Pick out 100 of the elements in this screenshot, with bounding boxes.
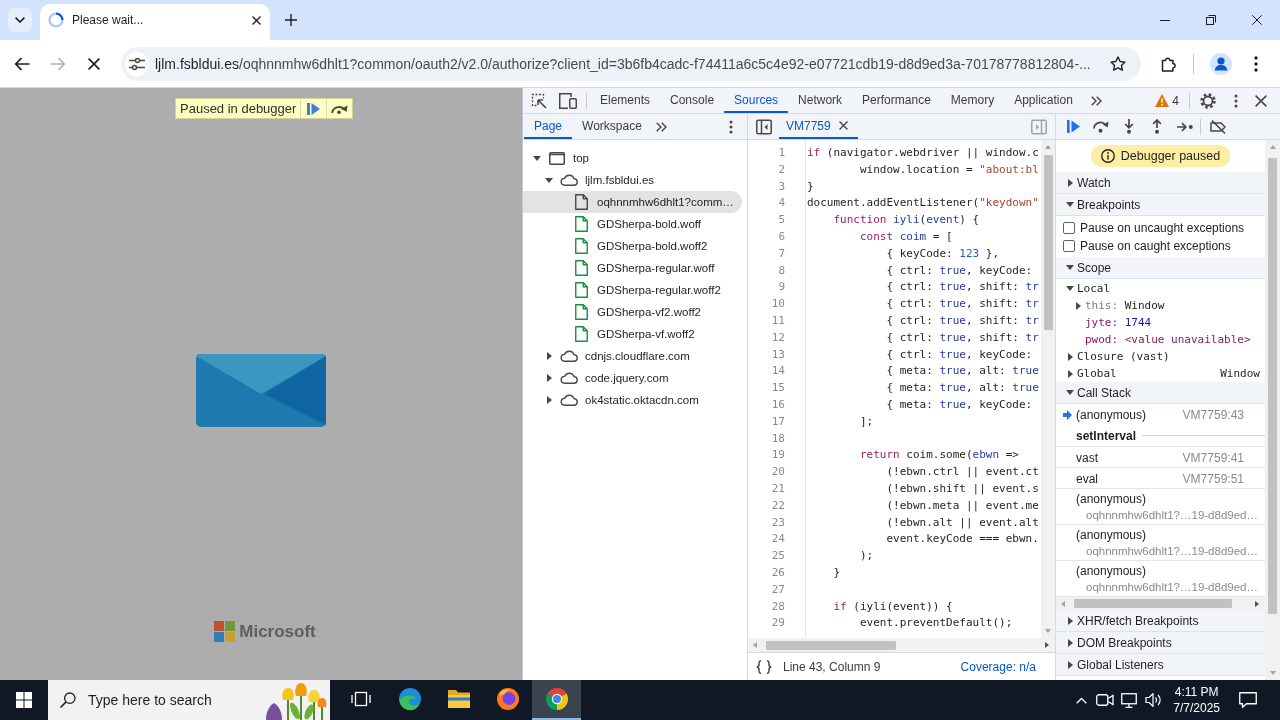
tree-item[interactable]: GDSherpa-bold.woff2 [523,235,742,257]
scope-name[interactable]: Local [1077,282,1111,295]
frame-url[interactable]: oqhnnmhw6dhlt1?…19-d8d9ed… [1086,545,1258,557]
double-chevron-icon[interactable] [1090,95,1102,106]
avatar-icon[interactable] [1210,52,1232,75]
chevron-up-icon[interactable] [1075,696,1087,704]
step-out-icon[interactable] [1152,119,1162,134]
caret-icon[interactable] [546,352,552,360]
devtools-tab[interactable]: Performance [852,88,941,113]
star-icon[interactable] [1110,55,1126,72]
tree-item[interactable]: ok4static.oktacdn.com [523,389,742,411]
braces-icon[interactable] [756,659,772,674]
frame-location[interactable]: VM7759:51 [1182,471,1244,487]
frame-url[interactable]: oqhnnmhw6dhlt1?…19-d8d9ed… [1086,581,1258,593]
caret-icon[interactable] [1067,638,1073,647]
checkbox[interactable] [1063,222,1075,234]
tree-item[interactable]: GDSherpa-vf.woff2 [523,323,742,345]
tree-item[interactable]: ljlm.fsbldui.es [523,169,742,191]
deactivate-breakpoints-icon[interactable] [1209,119,1227,134]
caret-icon[interactable] [1066,390,1074,395]
tree-item[interactable]: code.jquery.com [523,367,742,389]
scope-name[interactable]: Closure (vast) [1077,350,1170,363]
frame-location[interactable]: VM7759:41 [1182,450,1244,466]
scope-name[interactable]: Global [1077,367,1117,380]
caret-icon[interactable] [1066,265,1074,270]
caret-icon[interactable] [1066,202,1074,207]
navigator-tab[interactable]: Workspace [572,114,652,139]
devtools-tab[interactable]: Elements [590,88,661,113]
browser-icon[interactable] [544,687,569,711]
caret-icon[interactable] [546,374,552,382]
close-icon[interactable] [1252,15,1262,25]
close-icon[interactable] [838,121,848,130]
inspect-icon[interactable] [531,92,547,109]
call-frame[interactable]: eval VM7759:51 [1056,468,1265,489]
more-options-icon[interactable] [729,119,733,134]
menu-icon[interactable] [1254,55,1258,72]
section-header[interactable]: Global Listeners [1056,654,1265,676]
caret-icon[interactable] [1067,660,1073,669]
new-tab-icon[interactable] [285,14,297,26]
caret-icon[interactable] [546,396,552,404]
browser-tab[interactable]: Please wait... [40,4,270,40]
scrollbar[interactable] [748,638,1055,652]
minimize-icon[interactable] [1160,19,1170,21]
step-over-icon[interactable] [1093,120,1109,133]
search-field[interactable]: Type here to search [48,680,330,720]
scrollbar[interactable] [1056,597,1265,610]
sliders-icon[interactable] [125,51,149,76]
step-icon[interactable] [1177,121,1193,132]
puzzle-icon[interactable] [1161,55,1177,72]
devtools-tab[interactable]: Application [1004,88,1083,113]
devtools-tab[interactable]: Console [660,88,725,113]
caret-icon[interactable] [533,155,541,161]
clock-date[interactable]: 7/7/2025 [1173,700,1220,716]
section-header[interactable]: Watch [1056,172,1265,194]
more-options-icon[interactable] [1234,93,1238,108]
caret-icon[interactable] [1067,616,1073,625]
tree-item[interactable]: cdnjs.cloudflare.com [523,345,742,367]
panel-toggle-icon[interactable] [1031,118,1047,135]
back-icon[interactable] [14,56,30,71]
scrollbar[interactable] [1265,140,1280,680]
caret-icon[interactable] [1075,301,1081,310]
warning-icon[interactable] [1155,94,1170,107]
frame-url[interactable]: oqhnnmhw6dhlt1?…19-d8d9ed… [1086,509,1258,521]
tab-list-button[interactable] [8,8,32,32]
resume-icon[interactable] [1066,120,1080,133]
devices-icon[interactable] [559,92,577,109]
caret-icon[interactable] [1066,286,1074,291]
tree-item[interactable]: GDSherpa-regular.woff [523,257,742,279]
section-header[interactable]: Breakpoints [1056,194,1265,216]
task-view-icon[interactable] [350,691,371,707]
caret-icon[interactable] [1067,369,1073,378]
close-icon[interactable] [1255,94,1267,107]
devtools-tab[interactable]: Memory [940,88,1005,113]
browser-icon[interactable] [495,687,520,711]
sidebar-toggle-icon[interactable] [756,118,772,135]
section-header[interactable]: Call Stack [1056,382,1265,404]
step-into-icon[interactable] [1124,119,1134,134]
section-header[interactable]: DOM Breakpoints [1056,632,1265,654]
caret-icon[interactable] [545,177,553,183]
tree-item[interactable]: oqhnnmhw6dhlt1?comm… [523,191,742,213]
clock-time[interactable]: 4:11 PM [1174,684,1219,700]
settings-icon[interactable] [1200,92,1216,109]
monitor-icon[interactable] [1121,692,1138,708]
notification-icon[interactable] [1239,692,1257,708]
frame-location[interactable]: VM7759:43 [1182,407,1244,423]
stop-icon[interactable] [88,57,100,70]
checkbox[interactable] [1063,240,1075,252]
devtools-tab[interactable]: Network [788,88,853,113]
checkbox-label[interactable]: Pause on caught exceptions [1080,239,1231,253]
browser-icon[interactable] [397,687,422,711]
navigator-tab[interactable]: Page [524,114,573,139]
section-header[interactable]: XHR/fetch Breakpoints [1056,610,1265,632]
call-frame[interactable]: vast VM7759:41 [1056,447,1265,468]
address-bar[interactable]: ljlm.fsbldui.es/oqhnnmhw6dhlt1?common/oauth2/v2.0/authorize?client_id=3b6fb4cadc-f74411a6c5c4e92-e07721cdb19-d8d9ed3a-70178778812804-... [121,46,1141,81]
restore-icon[interactable] [1206,15,1216,25]
scrollbar[interactable] [1041,140,1055,638]
video-camera-icon[interactable] [1096,694,1115,706]
folder-icon[interactable] [446,689,471,709]
tree-item[interactable]: GDSherpa-vf2.woff2 [523,301,742,323]
speaker-icon[interactable] [1144,693,1162,707]
